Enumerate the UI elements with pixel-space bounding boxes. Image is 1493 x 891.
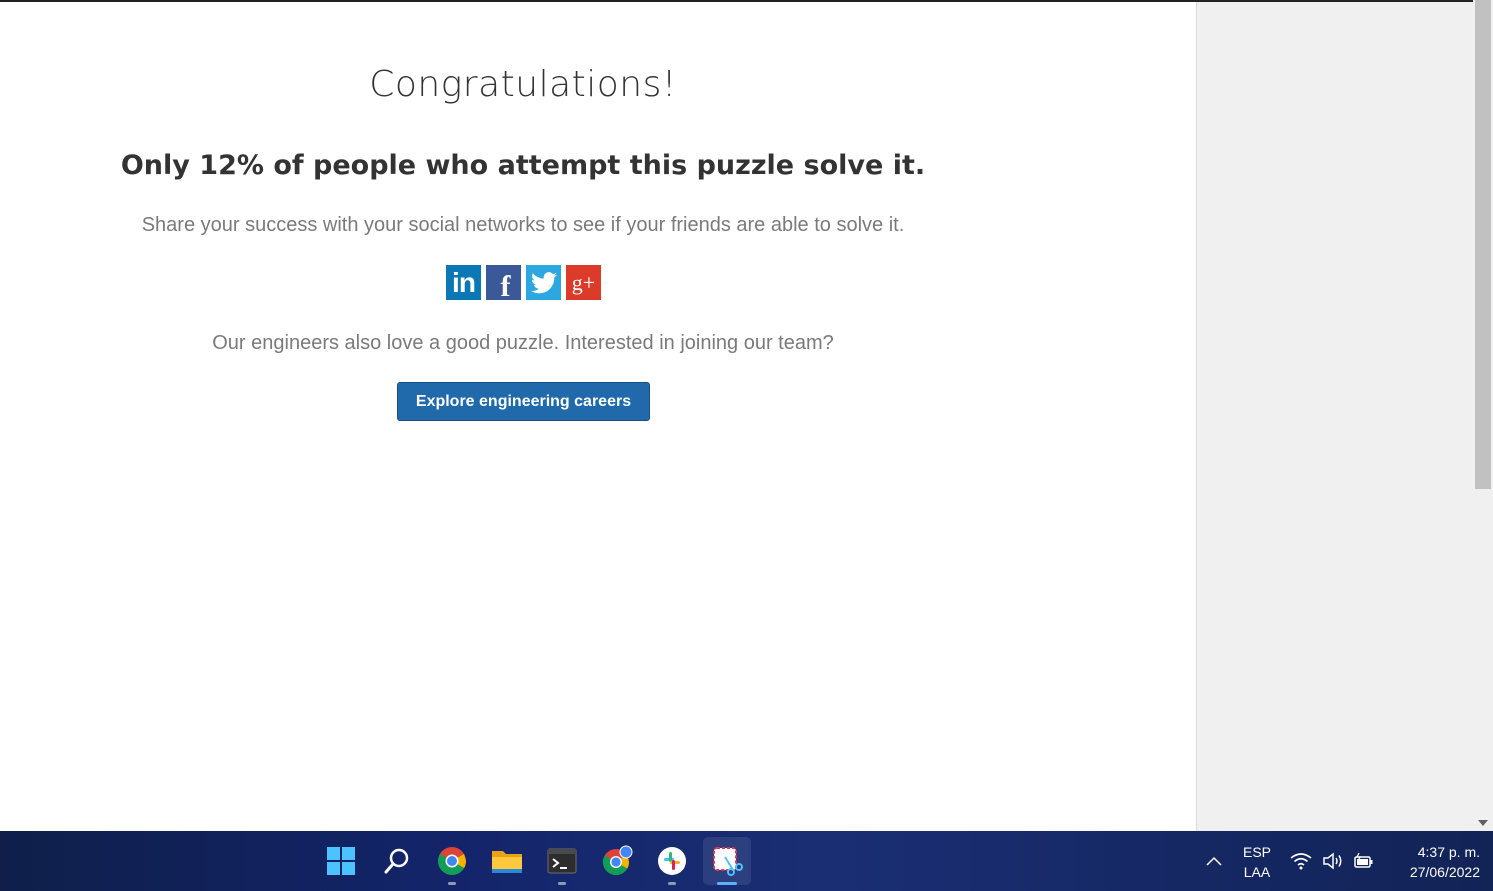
keyboard-layout: LAA (1243, 864, 1271, 880)
chrome-running-indicator (448, 882, 456, 885)
volume-icon[interactable] (1318, 843, 1348, 879)
chrome-icon[interactable] (434, 843, 470, 879)
search-icon[interactable] (379, 843, 415, 879)
chrome-profile-icon[interactable] (599, 843, 635, 879)
snipping-tool-active-indicator (717, 882, 737, 885)
slack-icon[interactable] (654, 843, 690, 879)
facebook-share-button[interactable]: f (486, 265, 521, 303)
linkedin-icon: in (452, 266, 476, 298)
terminal-running-indicator (558, 882, 566, 885)
terminal-icon[interactable] (544, 843, 580, 879)
language-code: ESP (1242, 844, 1271, 860)
scroll-down-arrow-icon[interactable] (1478, 820, 1488, 826)
social-share-bar: in f g+ (446, 265, 601, 303)
google-plus-icon: g+ (571, 269, 596, 295)
right-sidebar (1196, 2, 1473, 831)
scrollbar-thumb[interactable] (1475, 0, 1491, 489)
facebook-icon: f (500, 270, 511, 303)
windows-taskbar: ESP LAA 4:37 p. m. 27/06/2022 (0, 831, 1493, 891)
share-instruction: Share your success with your social netw… (141, 214, 905, 236)
wifi-icon[interactable] (1286, 843, 1316, 879)
linkedin-share-button[interactable]: in (446, 265, 481, 300)
puzzle-stat-subtitle: Only 12% of people who attempt this puzz… (120, 150, 926, 181)
system-clock[interactable]: 4:37 p. m. 27/06/2022 (1384, 842, 1480, 882)
file-explorer-icon[interactable] (489, 843, 525, 879)
google-plus-share-button[interactable]: g+ (566, 265, 601, 300)
twitter-icon (530, 271, 557, 293)
windows-start-icon[interactable] (323, 843, 359, 879)
twitter-share-button[interactable] (526, 265, 561, 300)
clock-date: 27/06/2022 (1409, 864, 1480, 880)
show-hidden-icons-chevron-up-icon[interactable] (1196, 843, 1232, 879)
explore-careers-button[interactable]: Explore engineering careers (397, 382, 650, 421)
vertical-scrollbar[interactable] (1473, 0, 1493, 831)
input-language-indicator[interactable]: ESP LAA (1238, 842, 1276, 882)
main-content: Congratulations! Only 12% of people who … (0, 2, 1196, 831)
snipping-tool-icon[interactable] (709, 843, 745, 879)
battery-charging-icon[interactable] (1349, 843, 1379, 879)
slack-running-indicator (668, 882, 676, 885)
clock-time: 4:37 p. m. (1417, 844, 1480, 860)
engineers-invitation: Our engineers also love a good puzzle. I… (212, 332, 834, 354)
page-title: Congratulations! (369, 64, 677, 105)
